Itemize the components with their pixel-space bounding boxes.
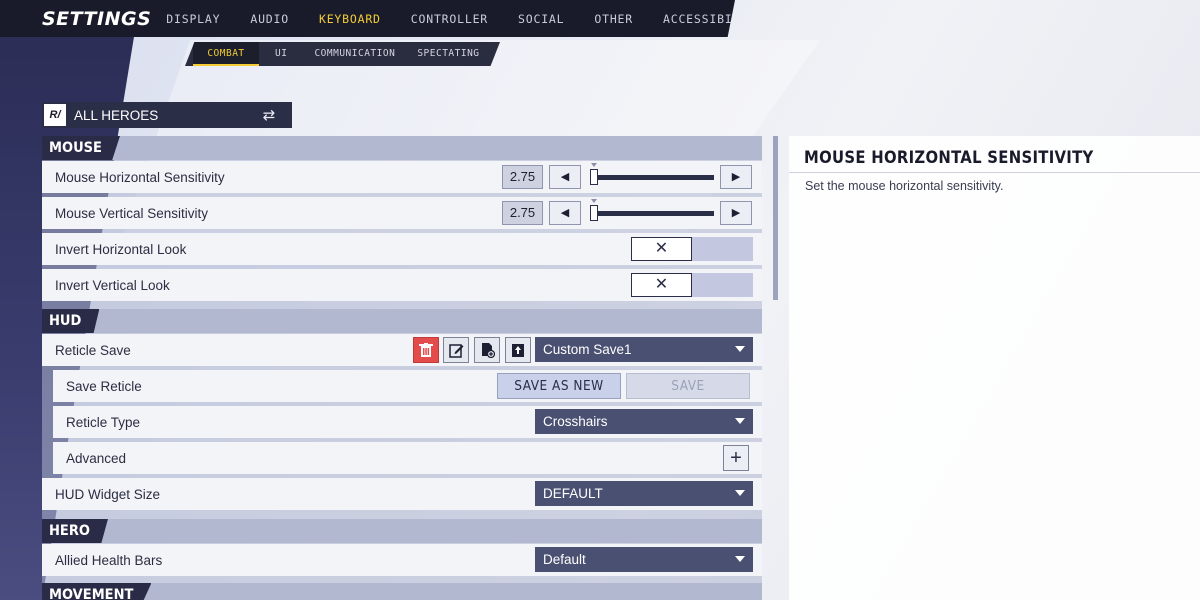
invert-vertical-toggle[interactable]: ✕ (631, 273, 753, 297)
tab-accessibility[interactable]: ACCESSIBILITY (648, 12, 735, 26)
allied-health-bars-label: Allied Health Bars (55, 552, 163, 568)
row-mouse-horizontal-sensitivity: Mouse Horizontal Sensitivity 2.75 ◀ ▶ (42, 161, 762, 193)
hud-widget-size-label: HUD Widget Size (55, 486, 161, 502)
invert-horizontal-off-icon: ✕ (631, 237, 692, 261)
chevron-down-icon (735, 418, 745, 424)
hud-widget-size-value: DEFAULT (543, 486, 603, 501)
allied-health-bars-value: Default (543, 552, 586, 567)
mouse-horizontal-default-tick (590, 163, 597, 167)
import-file-icon[interactable] (474, 337, 500, 363)
swap-arrows-icon[interactable]: ⇄ (258, 106, 280, 124)
mouse-horizontal-increase-button[interactable]: ▶ (720, 165, 752, 189)
reticle-type-label: Reticle Type (66, 414, 141, 430)
section-hud-label: HUD (42, 309, 100, 333)
mouse-vertical-increase-button[interactable]: ▶ (720, 201, 752, 225)
description-text: Set the mouse horizontal sensitivity. (805, 179, 1004, 193)
sub-tabs: COMBAT UI COMMUNICATION SPECTATING (185, 42, 500, 66)
top-nav-bar: SETTINGS DISPLAY AUDIO KEYBOARD CONTROLL… (0, 0, 735, 37)
row-reticle-type: Reticle Type Crosshairs (53, 406, 762, 438)
subtab-communication[interactable]: COMMUNICATION (303, 42, 406, 66)
mouse-horizontal-sensitivity-label: Mouse Horizontal Sensitivity (55, 169, 225, 185)
hero-selector-label: ALL HEROES (74, 107, 159, 123)
settings-scrollbar[interactable] (773, 136, 778, 300)
mouse-vertical-slider[interactable] (590, 211, 714, 216)
advanced-label: Advanced (66, 450, 127, 466)
chevron-down-icon (735, 556, 745, 562)
section-hero: HERO (42, 519, 762, 543)
mouse-vertical-default-tick (590, 199, 597, 203)
chevron-down-icon (735, 490, 745, 496)
mouse-horizontal-sensitivity-value[interactable]: 2.75 (502, 165, 543, 189)
hero-selector[interactable]: R/ ALL HEROES ⇄ (42, 102, 292, 128)
mouse-vertical-sensitivity-value[interactable]: 2.75 (502, 201, 543, 225)
mouse-vertical-slider-thumb[interactable] (589, 205, 598, 221)
subtab-ui[interactable]: UI (259, 42, 303, 66)
invert-horizontal-look-label: Invert Horizontal Look (55, 241, 187, 257)
save-button[interactable]: SAVE (626, 373, 750, 399)
section-movement: MOVEMENT (42, 583, 762, 600)
description-title: MOUSE HORIZONTAL SENSITIVITY (804, 148, 1094, 167)
expand-plus-icon[interactable]: + (723, 445, 749, 471)
mouse-horizontal-slider[interactable] (590, 175, 714, 180)
tab-audio[interactable]: AUDIO (235, 12, 304, 26)
edit-icon[interactable] (443, 337, 469, 363)
section-mouse: MOUSE (42, 136, 762, 160)
tab-keyboard[interactable]: KEYBOARD (304, 12, 396, 26)
export-file-icon[interactable] (505, 337, 531, 363)
tab-controller[interactable]: CONTROLLER (396, 12, 503, 26)
mouse-vertical-sensitivity-label: Mouse Vertical Sensitivity (55, 205, 209, 221)
row-advanced: Advanced + (53, 442, 762, 474)
section-mouse-label: MOUSE (42, 136, 120, 160)
tab-display[interactable]: DISPLAY (151, 12, 235, 26)
trash-icon[interactable] (413, 337, 439, 363)
section-hero-label: HERO (42, 519, 108, 543)
section-hud: HUD (42, 309, 762, 333)
save-as-new-button[interactable]: SAVE AS NEW (497, 373, 621, 399)
row-reticle-save: Reticle Save Custom Save1 (42, 334, 762, 366)
invert-vertical-off-icon: ✕ (631, 273, 692, 297)
invert-horizontal-toggle[interactable]: ✕ (631, 237, 753, 261)
row-hud-widget-size: HUD Widget Size DEFAULT (42, 478, 762, 510)
reticle-save-dropdown[interactable]: Custom Save1 (535, 337, 753, 362)
description-divider (789, 172, 1200, 173)
tab-other[interactable]: OTHER (579, 12, 648, 26)
description-panel: MOUSE HORIZONTAL SENSITIVITY Set the mou… (789, 136, 1200, 600)
hud-widget-size-dropdown[interactable]: DEFAULT (535, 481, 753, 506)
row-mouse-vertical-sensitivity: Mouse Vertical Sensitivity 2.75 ◀ ▶ (42, 197, 762, 229)
invert-vertical-look-label: Invert Vertical Look (55, 277, 170, 293)
mouse-horizontal-decrease-button[interactable]: ◀ (549, 165, 581, 189)
mouse-horizontal-slider-thumb[interactable] (589, 169, 598, 185)
save-reticle-label: Save Reticle (66, 378, 142, 394)
row-allied-health-bars: Allied Health Bars Default (42, 544, 762, 576)
section-movement-label: MOVEMENT (42, 583, 152, 600)
reticle-save-label: Reticle Save (55, 342, 131, 358)
mouse-vertical-decrease-button[interactable]: ◀ (549, 201, 581, 225)
row-invert-horizontal-look: Invert Horizontal Look ✕ (42, 233, 762, 265)
chevron-down-icon (735, 346, 745, 352)
page-title: SETTINGS (42, 7, 152, 30)
reticle-type-value: Crosshairs (543, 414, 608, 429)
subtab-combat[interactable]: COMBAT (193, 42, 259, 66)
reticle-save-value: Custom Save1 (543, 342, 632, 357)
allied-health-bars-dropdown[interactable]: Default (535, 547, 753, 572)
main-tabs: DISPLAY AUDIO KEYBOARD CONTROLLER SOCIAL… (151, 12, 735, 26)
game-logo: R/ (44, 104, 66, 126)
row-save-reticle: Save Reticle SAVE AS NEW SAVE (53, 370, 762, 402)
reticle-type-dropdown[interactable]: Crosshairs (535, 409, 753, 434)
subtab-spectating[interactable]: SPECTATING (406, 42, 490, 66)
tab-social[interactable]: SOCIAL (503, 12, 579, 26)
row-invert-vertical-look: Invert Vertical Look ✕ (42, 269, 762, 301)
settings-list: MOUSE Mouse Horizontal Sensitivity 2.75 … (42, 136, 762, 600)
